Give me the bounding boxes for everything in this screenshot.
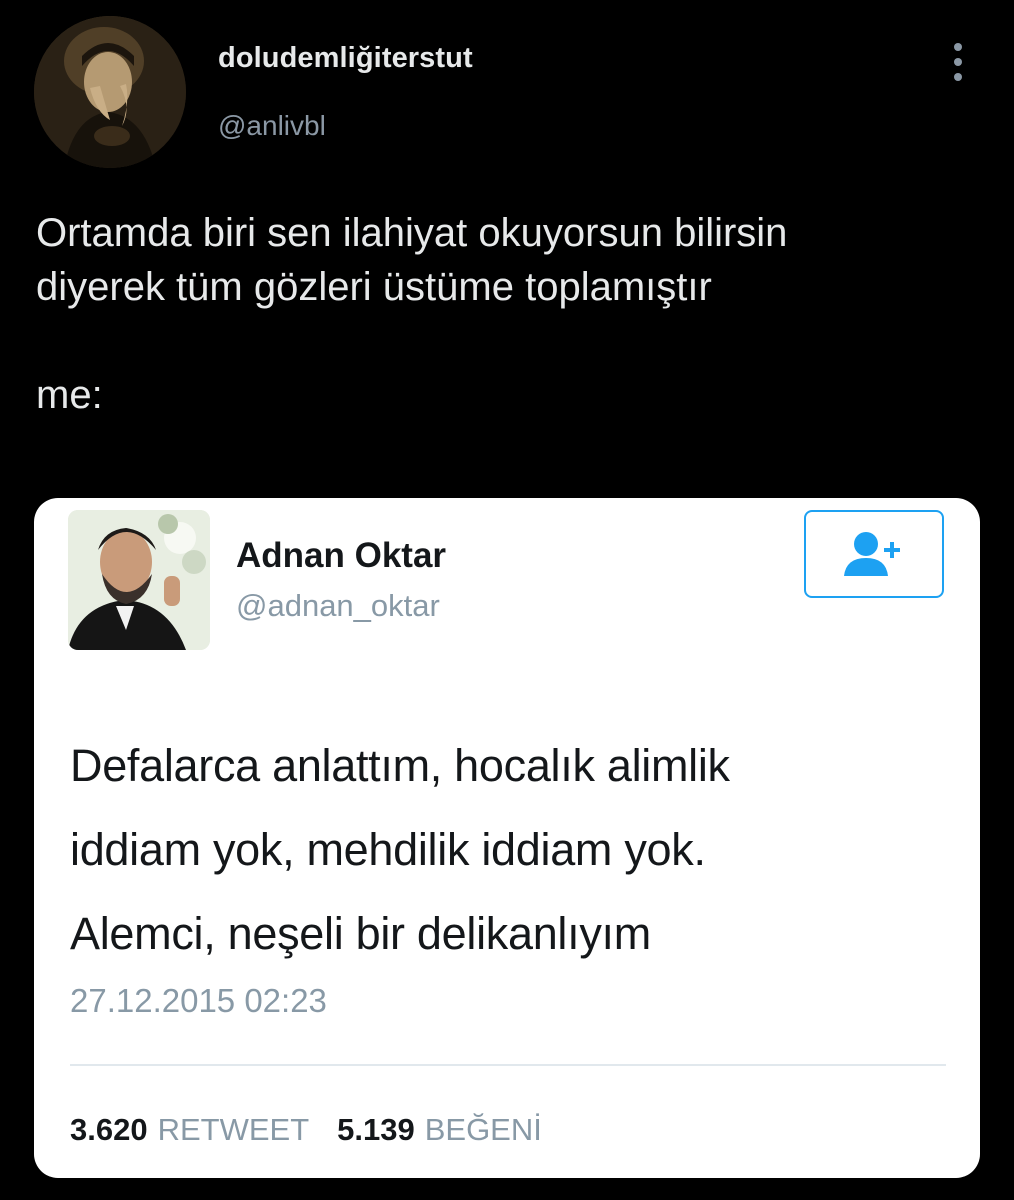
author-handle[interactable]: @anlivbl (218, 110, 326, 142)
embedded-tweet-timestamp: 27.12.2015 02:23 (70, 982, 327, 1019)
more-vertical-icon-dot (954, 58, 962, 66)
retweet-label: RETWEET (157, 1112, 310, 1147)
avatar-portrait-image (34, 16, 186, 168)
embedded-tweet-text: Defalarca anlattım, hocalık alimlik iddi… (70, 740, 730, 959)
add-user-icon (844, 532, 900, 576)
retweet-count: 3.620 (70, 1112, 148, 1147)
embedded-tweet-image[interactable]: Adnan Oktar @adnan_oktar Defalarca anlat… (34, 498, 980, 1178)
like-label: BEĞENİ (424, 1112, 542, 1147)
divider (70, 1064, 946, 1066)
author-avatar[interactable] (34, 16, 186, 168)
embedded-avatar-portrait (68, 510, 210, 650)
follow-button (804, 510, 944, 598)
tweet-view: doludemliğiterstut @anlivbl Ortamda biri… (0, 0, 1014, 1200)
more-vertical-icon-dot (954, 73, 962, 81)
embedded-author-handle: @adnan_oktar (236, 588, 440, 623)
embedded-author-name: Adnan Oktar (236, 536, 447, 575)
author-display-name[interactable]: doludemliğiterstut (218, 42, 473, 75)
like-count: 5.139 (337, 1112, 415, 1147)
embedded-author-avatar (68, 510, 210, 650)
embedded-tweet-stats: 3.620 RETWEET 5.139 BEĞENİ (70, 1112, 570, 1148)
more-vertical-icon (954, 43, 962, 51)
more-options-button[interactable] (944, 40, 972, 84)
tweet-text: Ortamda biri sen ilahiyat okuyorsun bili… (36, 211, 788, 417)
